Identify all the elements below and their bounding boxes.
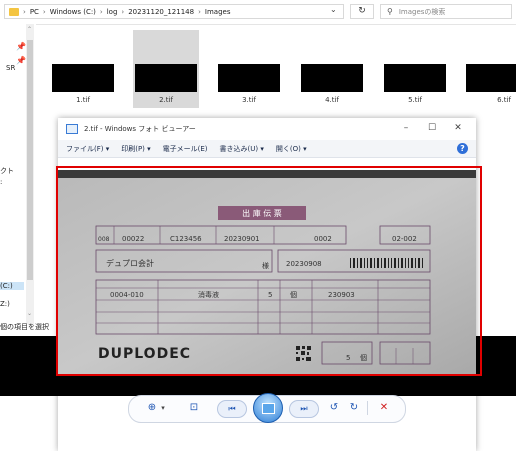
nav-item[interactable]: SR bbox=[6, 64, 15, 72]
thumbnail-image bbox=[466, 64, 516, 92]
toolbar-divider bbox=[367, 401, 368, 415]
file-name: 5.tif bbox=[408, 96, 422, 104]
chevron-right-icon: › bbox=[23, 7, 26, 16]
thumbnail-image bbox=[52, 64, 114, 92]
address-bar-row: › PC › Windows (C:) › log › 20231120_121… bbox=[0, 0, 516, 25]
file-name: 3.tif bbox=[242, 96, 256, 104]
file-thumbnail[interactable]: 5.tif bbox=[382, 30, 448, 108]
thumbnail-image bbox=[301, 64, 363, 92]
file-thumbnail[interactable]: 3.tif bbox=[216, 30, 282, 108]
slideshow-icon bbox=[262, 403, 275, 414]
rotate-counterclockwise-icon[interactable]: ↺ bbox=[327, 396, 341, 420]
file-thumbnail[interactable]: 6.tif bbox=[464, 30, 516, 108]
search-placeholder: Imagesの検索 bbox=[398, 7, 446, 16]
chevron-right-icon: › bbox=[121, 7, 125, 16]
minimize-button[interactable]: – bbox=[394, 118, 418, 138]
breadcrumb-item[interactable]: PC bbox=[30, 8, 39, 16]
thumbnail-image bbox=[384, 64, 446, 92]
breadcrumb-item[interactable]: 20231120_121148 bbox=[128, 8, 194, 16]
nav-item-drive-c[interactable]: (C:) bbox=[0, 282, 24, 290]
close-button[interactable]: ✕ bbox=[446, 118, 470, 138]
nav-item-drive-z[interactable]: Z:) bbox=[0, 300, 10, 308]
photo-viewer-icon bbox=[66, 124, 78, 134]
breadcrumb[interactable]: › PC › Windows (C:) › log › 20231120_121… bbox=[4, 4, 344, 19]
menu-burn[interactable]: 書き込み(U) ▾ bbox=[220, 144, 264, 154]
delete-icon[interactable]: ✕ bbox=[377, 396, 391, 420]
slideshow-button[interactable] bbox=[253, 393, 283, 423]
folder-icon bbox=[9, 7, 19, 16]
file-name: 4.tif bbox=[325, 96, 339, 104]
scroll-up-icon[interactable]: ⌃ bbox=[27, 26, 32, 33]
search-icon: ⚲ bbox=[387, 7, 393, 16]
file-name: 2.tif bbox=[159, 96, 173, 104]
next-button[interactable]: ⏭ bbox=[289, 400, 319, 418]
chevron-right-icon: › bbox=[198, 7, 201, 16]
nav-scrollbar-thumb[interactable] bbox=[27, 40, 33, 280]
pin-icon: 📌 bbox=[16, 42, 26, 51]
previous-button[interactable]: ⏮ bbox=[217, 400, 247, 418]
menu-email[interactable]: 電子メール(E) bbox=[163, 144, 208, 154]
file-thumbnail-selected[interactable]: 2.tif bbox=[133, 30, 199, 108]
search-input[interactable]: ⚲ Imagesの検索 bbox=[380, 4, 512, 19]
viewer-toolbar: ⊕ ▾ ⊡ ⏮ ⏭ ↺ ↻ ✕ bbox=[128, 393, 406, 423]
refresh-button[interactable]: ↻ bbox=[350, 4, 374, 19]
nav-item[interactable]: : bbox=[0, 178, 2, 186]
status-bar-selection: 個の項目を選択 bbox=[0, 323, 49, 331]
zoom-dropdown-icon[interactable]: ▾ bbox=[159, 396, 167, 420]
pin-icon: 📌 bbox=[16, 56, 26, 65]
breadcrumb-item[interactable]: Windows (C:) bbox=[50, 8, 96, 16]
thumbnail-image bbox=[135, 64, 197, 92]
scroll-down-icon[interactable]: ⌄ bbox=[27, 310, 32, 317]
zoom-icon[interactable]: ⊕ bbox=[145, 396, 159, 420]
breadcrumb-item[interactable]: Images bbox=[205, 8, 231, 16]
nav-item[interactable]: クト bbox=[0, 166, 14, 176]
help-icon[interactable]: ? bbox=[457, 143, 468, 154]
menu-bar: ファイル(F) ▾ 印刷(P) ▾ 電子メール(E) 書き込み(U) ▾ 開く(… bbox=[58, 140, 476, 158]
actual-size-icon[interactable]: ⊡ bbox=[187, 396, 201, 420]
maximize-button[interactable]: ☐ bbox=[420, 118, 444, 138]
highlight-rectangle bbox=[56, 166, 482, 376]
breadcrumb-item[interactable]: log bbox=[107, 8, 118, 16]
file-name: 1.tif bbox=[76, 96, 90, 104]
menu-open[interactable]: 開く(O) ▾ bbox=[276, 144, 307, 154]
menu-file[interactable]: ファイル(F) ▾ bbox=[66, 144, 109, 154]
chevron-down-icon[interactable]: ⌄ bbox=[330, 5, 337, 14]
thumbnail-image bbox=[218, 64, 280, 92]
chevron-right-icon: › bbox=[99, 7, 103, 16]
chevron-right-icon: › bbox=[42, 7, 46, 16]
rotate-clockwise-icon[interactable]: ↻ bbox=[347, 396, 361, 420]
menu-print[interactable]: 印刷(P) ▾ bbox=[121, 144, 150, 154]
file-name: 6.tif bbox=[497, 96, 511, 104]
file-thumbnail[interactable]: 4.tif bbox=[299, 30, 365, 108]
window-title: 2.tif - Windows フォト ビューアー bbox=[84, 125, 196, 133]
file-thumbnail[interactable]: 1.tif bbox=[50, 30, 116, 108]
